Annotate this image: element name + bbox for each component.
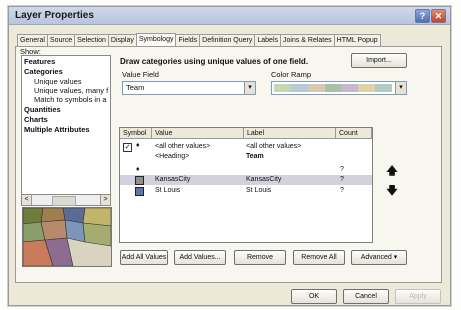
color-ramp-swatch [274,84,393,92]
all-other-values-checkbox[interactable]: ✓ [123,143,132,152]
color-ramp-label: Color Ramp [271,70,312,79]
show-item[interactable]: Unique values, many f [34,86,108,95]
table-row-value[interactable]: KansasCity [155,176,190,183]
show-tree[interactable]: Features Categories Unique values Unique va… [21,55,111,195]
values-table[interactable]: Symbol Value Label Count ✓ ♦ <all other … [119,127,373,243]
color-ramp-dropdown[interactable]: ▾ [271,81,407,95]
tab-joins-relates[interactable]: Joins & Relates [280,34,335,46]
tab-labels[interactable]: Labels [254,34,282,46]
move-down-icon[interactable]: 🡇 [386,184,398,198]
apply-button[interactable]: Apply [395,289,441,304]
import-button[interactable]: Import... [351,53,407,68]
cancel-button[interactable]: Cancel [343,289,389,304]
tab-general[interactable]: General [17,34,48,46]
symbology-heading: Draw categories using unique values of o… [120,57,309,66]
column-header-count[interactable]: Count [336,128,372,139]
show-item[interactable]: Match to symbols in a [34,95,107,104]
column-header-value[interactable]: Value [152,128,244,139]
table-row-label[interactable]: KansasCity [246,176,281,183]
advanced-button-label: Advanced [360,254,392,261]
row-symbol-marker: ♦ [136,142,140,149]
show-item[interactable]: Quantities [24,105,61,114]
show-item[interactable]: Features [24,57,55,66]
add-all-values-button[interactable]: Add All Values [120,250,168,265]
show-item[interactable]: Categories [24,67,63,76]
table-row-value[interactable]: <all other values> [155,143,210,150]
scroll-right-icon[interactable]: > [100,195,110,205]
map-preview-icon [23,208,111,266]
show-item[interactable]: Charts [24,115,48,124]
kansascity-symbol-swatch[interactable] [135,176,144,185]
symbology-preview-map [22,207,112,267]
table-row-value[interactable]: <Heading> [155,153,189,160]
value-field-dropdown[interactable]: Team ▾ [122,81,256,95]
table-row-value[interactable]: St Louis [155,187,180,194]
table-row-label[interactable]: Team [246,153,264,160]
row-symbol-marker: ♦ [136,166,140,173]
show-item[interactable]: Unique values [34,77,82,86]
chevron-down-icon[interactable]: ▾ [395,82,406,94]
show-scrollbar[interactable]: < > [21,194,111,206]
tab-symbology[interactable]: Symbology [135,33,177,46]
tab-selection[interactable]: Selection [74,34,109,46]
ok-button[interactable]: OK [291,289,337,304]
symbology-panel: Show: Features Categories Unique values Uni… [15,46,442,283]
remove-button[interactable]: Remove [234,250,286,265]
table-row-count: ? [340,187,344,194]
tab-html-popup[interactable]: HTML Popup [333,34,381,46]
add-values-button[interactable]: Add Values... [174,250,226,265]
scroll-left-icon[interactable]: < [22,195,32,205]
column-header-symbol[interactable]: Symbol [120,128,152,139]
help-icon[interactable]: ? [415,9,430,23]
chevron-down-icon[interactable]: ▾ [244,82,255,94]
tab-source[interactable]: Source [46,34,76,46]
scroll-thumb[interactable] [52,196,76,206]
column-header-label[interactable]: Label [244,128,336,139]
tab-fields[interactable]: Fields [175,34,201,46]
tab-strip: General Source Selection Display Symbology Fi… [17,33,381,46]
move-up-icon[interactable]: 🡅 [386,164,398,178]
stlouis-symbol-swatch[interactable] [135,187,144,196]
table-row-count: ? [340,176,344,183]
value-field-value: Team [126,83,145,92]
layer-properties-dialog: Layer Properties ? ✕ General Source Select… [8,6,451,306]
chevron-down-icon: ▾ [393,254,398,261]
table-row-label[interactable]: St Louis [246,187,271,194]
show-item[interactable]: Multiple Attributes [24,125,90,134]
close-icon[interactable]: ✕ [431,9,446,23]
tab-display[interactable]: Display [107,34,137,46]
table-row-label[interactable]: <all other values> [246,143,301,150]
table-row-count: ? [340,166,344,173]
advanced-button[interactable]: Advanced ▾ [351,250,407,265]
title-bar: Layer Properties ? ✕ [9,7,450,25]
value-field-label: Value Field [122,70,159,79]
remove-all-button[interactable]: Remove All [293,250,345,265]
window-title: Layer Properties [15,10,94,21]
tab-definition-query[interactable]: Definition Query [199,34,256,46]
